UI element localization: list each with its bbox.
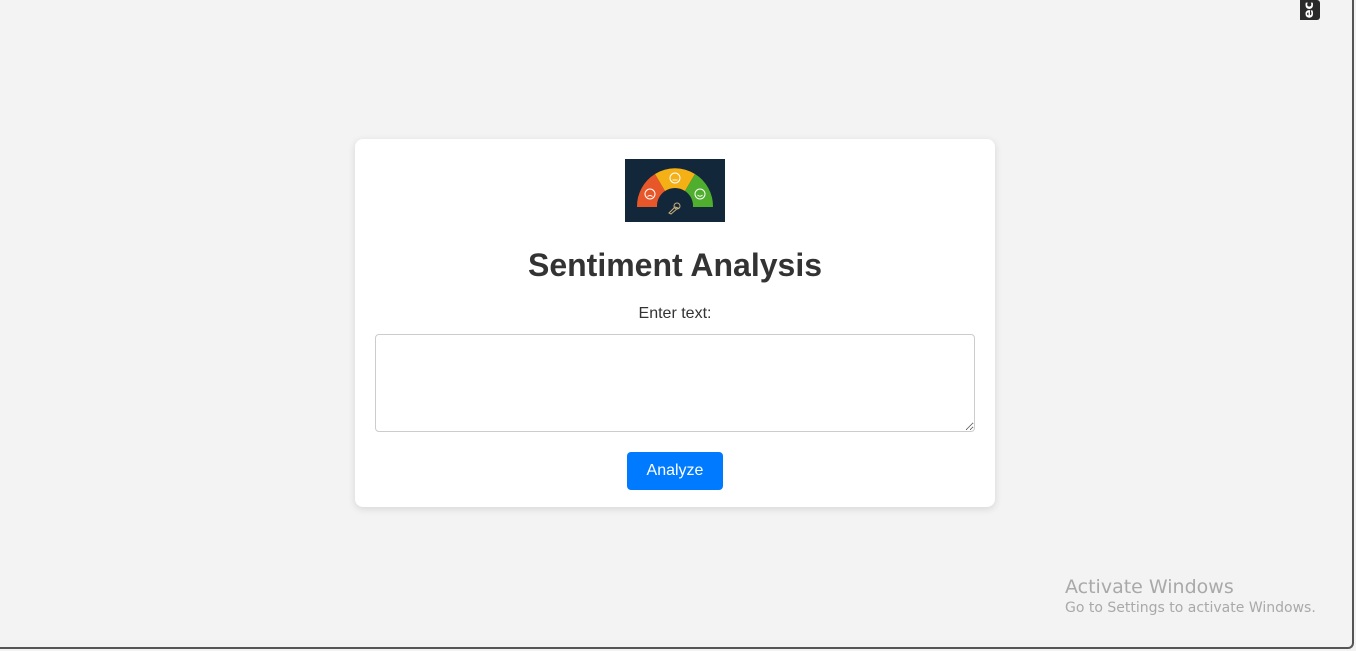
text-input-label: Enter text:: [638, 305, 712, 322]
page-title: Sentiment Analysis: [527, 247, 822, 283]
watermark-title: Activate Windows: [1065, 576, 1234, 598]
extension-badge-icon[interactable]: ec: [1300, 0, 1320, 20]
windows-activation-watermark: Activate Windows Go to Settings to activ…: [1065, 576, 1316, 618]
sentiment-card: Sentiment Analysis Enter text: Analyze: [355, 139, 995, 507]
watermark-subtitle: Go to Settings to activate Windows.: [1065, 600, 1316, 616]
text-input[interactable]: [375, 334, 975, 432]
sentiment-gauge-icon: [625, 159, 725, 222]
analyze-button[interactable]: Analyze: [627, 452, 723, 490]
